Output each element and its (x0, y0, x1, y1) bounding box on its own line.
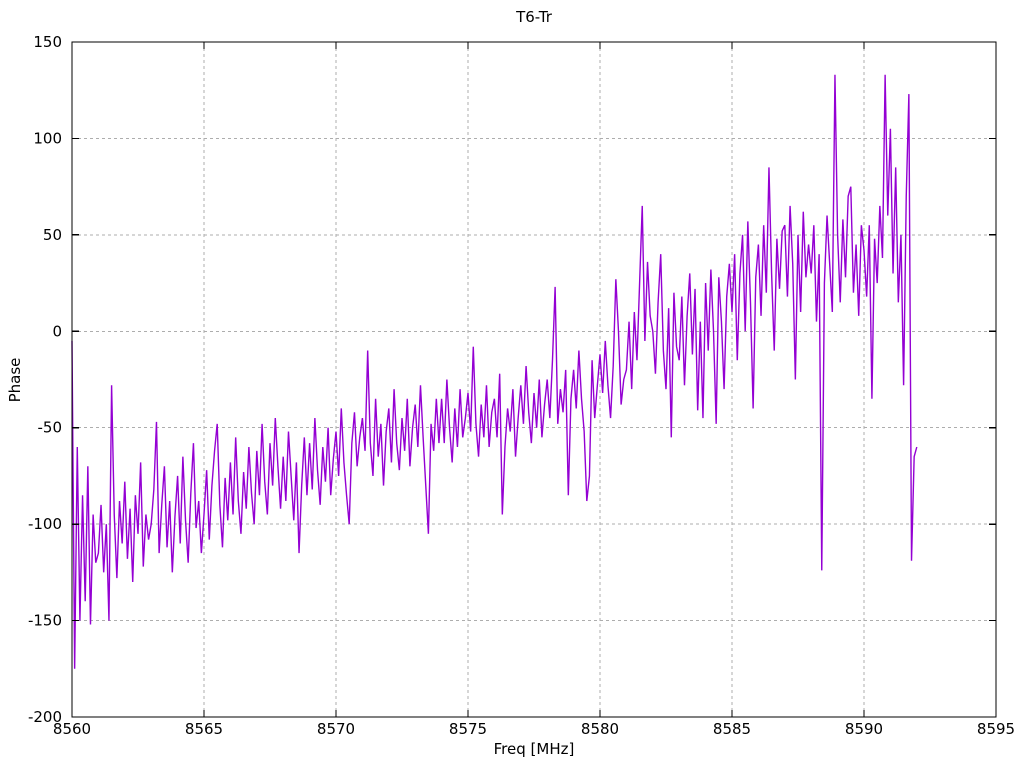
y-tick-label: 0 (52, 322, 62, 340)
y-tick-label: -50 (38, 419, 63, 437)
x-tick-label: 8575 (449, 720, 487, 738)
x-tick-label: 8580 (581, 720, 619, 738)
plot-border (71, 41, 997, 718)
x-tick-label: 8595 (977, 720, 1015, 738)
plot-canvas: 8560 8565 8570 8575 8580 8585 8590 8595-200-150… (28, 33, 1015, 738)
y-tick-label: -200 (28, 708, 62, 726)
phase-chart: T6-Tr Phase Freq [MHz] 8560 8565 8570 8575 8… (0, 0, 1024, 768)
y-tick-label: -150 (28, 612, 62, 630)
phase-trace (71, 74, 918, 669)
x-tick-label: 8585 (713, 720, 751, 738)
y-tick-label: -100 (28, 515, 62, 533)
y-tick-label: 50 (43, 226, 62, 244)
y-tick-label: 150 (33, 33, 62, 51)
y-tick-label: 100 (33, 129, 62, 147)
page: { "chart_data": { "type": "line", "title… (0, 0, 1024, 768)
x-tick-label: 8590 (845, 720, 883, 738)
x-tick-label: 8570 (317, 720, 355, 738)
x-tick-label: 8565 (185, 720, 223, 738)
